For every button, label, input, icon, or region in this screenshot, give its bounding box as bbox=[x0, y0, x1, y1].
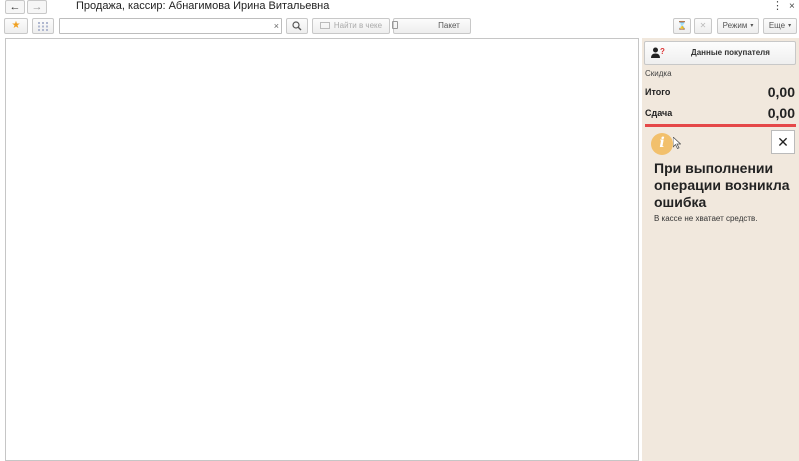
change-label: Сдача bbox=[645, 108, 673, 118]
error-divider bbox=[645, 124, 796, 127]
window-menu-button[interactable]: ⋮ bbox=[772, 0, 783, 13]
mouse-cursor-icon bbox=[673, 137, 681, 149]
more-menu-button[interactable]: Еще ▾ bbox=[763, 18, 797, 34]
toolbar: ★ × Найти в чеке Пакет ⌛ ✕ Режим ▾ Еще ▾ bbox=[0, 17, 799, 37]
total-value: 0,00 bbox=[767, 84, 795, 100]
search-text-field[interactable] bbox=[60, 22, 265, 36]
buyer-data-label: Данные покупателя bbox=[691, 48, 770, 57]
barcode-icon bbox=[319, 22, 330, 29]
back-button[interactable]: ← bbox=[5, 0, 25, 14]
side-panel: ? Данные покупателя Скидка Итого 0,00 Сд… bbox=[642, 38, 799, 461]
mode-label: Режим bbox=[722, 21, 748, 30]
discount-label: Скидка bbox=[645, 69, 672, 78]
star-icon: ★ bbox=[11, 20, 21, 31]
error-message: В кассе не хватает средств. bbox=[654, 214, 758, 223]
chevron-down-icon: ▾ bbox=[750, 23, 754, 29]
total-label: Итого bbox=[645, 87, 671, 97]
receipt-items-area[interactable] bbox=[5, 38, 639, 461]
cancel-receipt-button[interactable]: ✕ bbox=[694, 18, 712, 34]
error-title: При выполнении операции возникла ошибка bbox=[654, 160, 790, 210]
arrow-right-icon: → bbox=[31, 1, 43, 13]
change-value: 0,00 bbox=[767, 105, 795, 121]
grid-view-button[interactable] bbox=[32, 18, 54, 34]
vertical-dots-icon: ⋮ bbox=[772, 0, 783, 12]
title-bar: ← → Продажа, кассир: Абнагимова Ирина Ви… bbox=[0, 0, 799, 15]
info-icon: i bbox=[651, 133, 673, 155]
close-error-button[interactable]: ✕ bbox=[771, 130, 795, 154]
arrow-left-icon: ← bbox=[9, 1, 21, 13]
favorites-button[interactable]: ★ bbox=[4, 18, 28, 34]
more-label: Еще bbox=[768, 21, 786, 30]
mode-menu-button[interactable]: Режим ▾ bbox=[717, 18, 759, 34]
forward-button[interactable]: → bbox=[27, 0, 47, 14]
window-title: Продажа, кассир: Абнагимова Ирина Виталь… bbox=[76, 0, 330, 12]
search-input[interactable]: × bbox=[59, 18, 282, 36]
svg-text:?: ? bbox=[660, 47, 665, 56]
find-in-receipt-button[interactable]: Найти в чеке bbox=[312, 18, 390, 34]
buyer-data-button[interactable]: ? Данные покупателя bbox=[644, 41, 796, 65]
package-label: Пакет bbox=[438, 21, 460, 30]
find-in-receipt-label: Найти в чеке bbox=[333, 21, 383, 30]
user-question-icon: ? bbox=[651, 47, 665, 58]
search-button[interactable] bbox=[286, 18, 308, 34]
close-icon: ✕ bbox=[777, 134, 789, 150]
clear-search-icon[interactable]: × bbox=[274, 19, 279, 33]
window-close-button[interactable]: × bbox=[789, 0, 795, 13]
package-button[interactable]: Пакет bbox=[392, 18, 471, 34]
info-glyph: i bbox=[659, 135, 665, 151]
deferred-receipt-button[interactable]: ⌛ bbox=[673, 18, 691, 34]
chevron-down-icon: ▾ bbox=[788, 23, 792, 29]
close-icon: × bbox=[789, 1, 795, 12]
bag-icon bbox=[392, 21, 399, 29]
hourglass-icon: ⌛ bbox=[677, 21, 687, 30]
close-icon: ✕ bbox=[699, 21, 707, 30]
magnifier-icon bbox=[292, 21, 302, 31]
grid-icon bbox=[38, 22, 48, 31]
